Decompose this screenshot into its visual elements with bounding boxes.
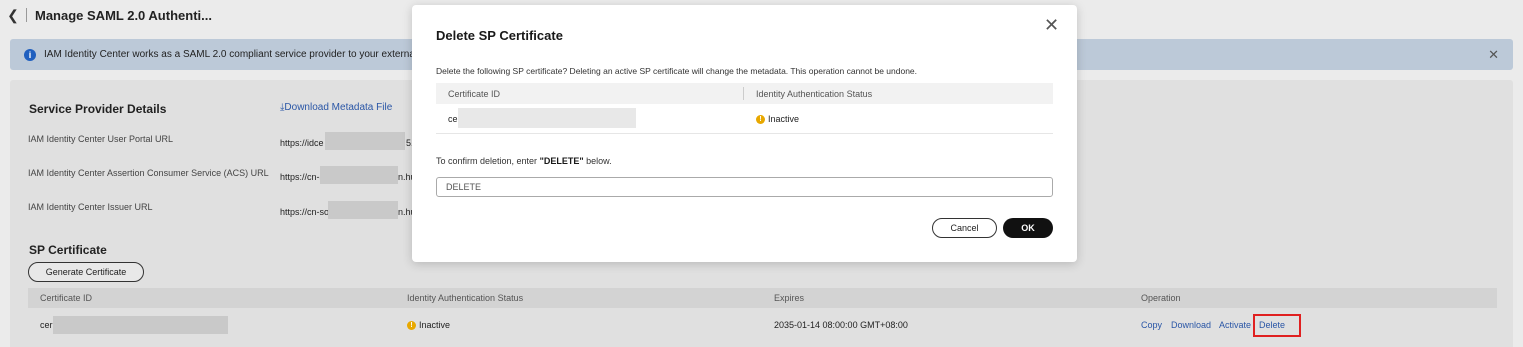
redacted-mask (458, 108, 636, 128)
service-provider-title: Service Provider Details (29, 102, 167, 116)
column-header: Operation (1141, 293, 1181, 303)
delete-certificate-dialog: Delete SP Certificate ✕ Delete the follo… (412, 5, 1077, 262)
issuer-url-value: https://cn-so (280, 207, 330, 217)
generate-certificate-button[interactable]: Generate Certificate (28, 262, 144, 282)
download-link[interactable]: Download (1171, 320, 1211, 330)
close-icon[interactable]: ✕ (1488, 47, 1499, 63)
status-badge: ! Inactive (756, 114, 799, 125)
certificate-table-header: Certificate ID Identity Authentication S… (28, 288, 1497, 308)
warning-icon: ! (407, 321, 416, 331)
status-badge: ! Inactive (407, 320, 450, 331)
cancel-button[interactable]: Cancel (932, 218, 997, 238)
acs-url-label: IAM Identity Center Assertion Consumer S… (28, 168, 269, 178)
table-row: ce ! Inactive (436, 104, 1053, 134)
divider (743, 87, 744, 100)
certificate-id: cer (40, 320, 53, 330)
certificate-id: ce (448, 114, 458, 124)
ok-button[interactable]: OK (1003, 218, 1053, 238)
column-header: Certificate ID (448, 89, 501, 99)
redacted-mask (53, 316, 228, 334)
info-icon: i (24, 48, 36, 61)
confirm-instruction: To confirm deletion, enter "DELETE" belo… (436, 156, 612, 166)
user-portal-url-value: https://idce (280, 138, 324, 148)
chevron-left-icon: ❮ (7, 6, 19, 23)
banner-text: IAM Identity Center works as a SAML 2.0 … (44, 49, 464, 60)
dialog-description: Delete the following SP certificate? Del… (436, 66, 918, 76)
copy-link[interactable]: Copy (1141, 320, 1162, 330)
dialog-certificate-table: Certificate ID Identity Authentication S… (436, 83, 1053, 134)
download-metadata-link[interactable]: ⤓Download Metadata File (280, 102, 392, 113)
redacted-mask (328, 201, 398, 219)
column-header: Identity Authentication Status (407, 293, 524, 303)
acs-url-value: https://cn-s (280, 172, 325, 182)
back-button[interactable]: ❮ (0, 0, 26, 30)
delete-confirm-input[interactable] (436, 177, 1053, 197)
page-title: Manage SAML 2.0 Authenti... (35, 7, 212, 23)
activate-link[interactable]: Activate (1219, 320, 1251, 330)
issuer-url-label: IAM Identity Center Issuer URL (28, 202, 153, 212)
user-portal-url-label: IAM Identity Center User Portal URL (28, 134, 174, 144)
delete-highlight-box (1253, 314, 1301, 337)
column-header: Expires (774, 293, 805, 303)
divider (26, 8, 27, 22)
expires-value: 2035-01-14 08:00:00 GMT+08:00 (774, 320, 908, 330)
close-icon[interactable]: ✕ (1044, 15, 1059, 36)
sp-certificate-title: SP Certificate (29, 243, 107, 257)
dialog-table-header: Certificate ID Identity Authentication S… (436, 83, 1053, 104)
warning-icon: ! (756, 115, 765, 125)
redacted-mask (320, 166, 398, 184)
column-header: Certificate ID (40, 293, 93, 303)
column-header: Identity Authentication Status (756, 89, 873, 99)
redacted-mask (325, 132, 405, 150)
dialog-title: Delete SP Certificate (436, 28, 563, 43)
